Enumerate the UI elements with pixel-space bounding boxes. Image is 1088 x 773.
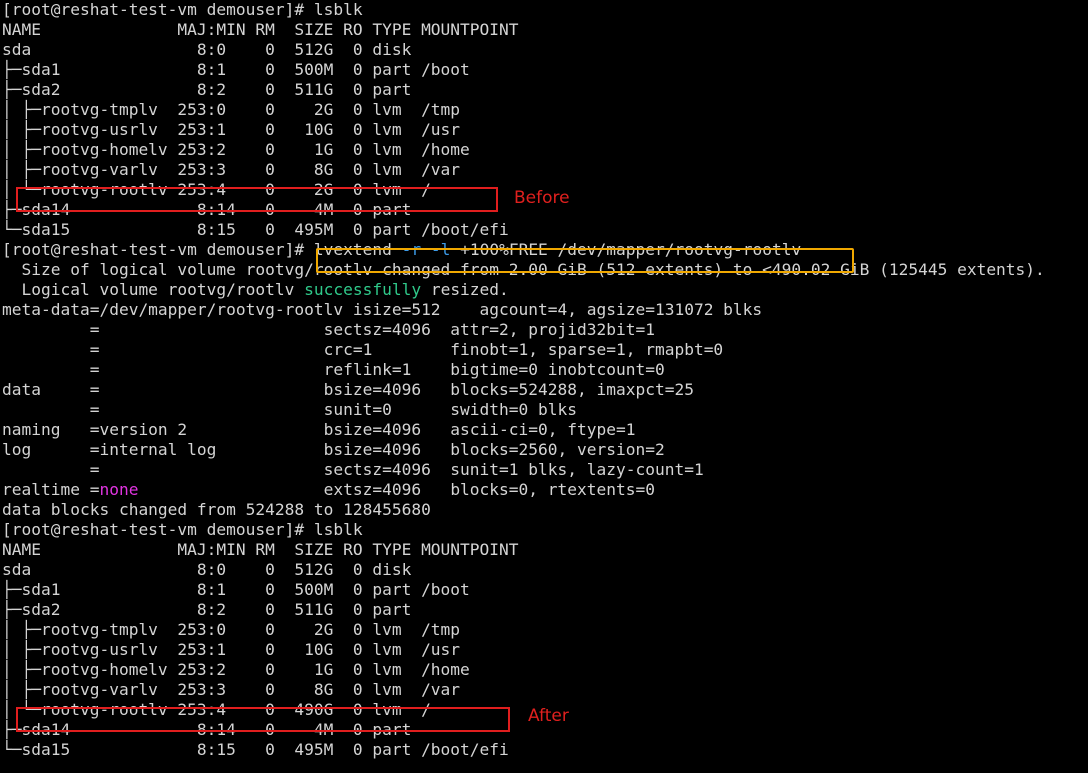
terminal-line: │ ├─rootvg-homelv 253:2 0 1G 0 lvm /home	[2, 140, 470, 159]
terminal-line: └─sda15 8:15 0 495M 0 part /boot/efi	[2, 740, 509, 759]
terminal-line: = sunit=0 swidth=0 blks	[2, 400, 577, 419]
terminal-line: sda 8:0 0 512G 0 disk	[2, 40, 412, 59]
lvextend-command-line: [root@reshat-test-vm demouser]# lvextend…	[2, 240, 1088, 260]
terminal-line: sda 8:0 0 512G 0 disk	[2, 560, 412, 579]
resize-result-line: Logical volume rootvg/rootlv successfull…	[2, 280, 1088, 300]
terminal-line: [root@reshat-test-vm demouser]# lsblk	[2, 520, 363, 539]
terminal-line: │ ├─rootvg-tmplv 253:0 0 2G 0 lvm /tmp	[2, 620, 461, 639]
terminal-line: naming =version 2 bsize=4096 ascii-ci=0,…	[2, 420, 636, 439]
command-args: +100%FREE /dev/mapper/rootvg-rootlv	[460, 240, 802, 259]
terminal-line: meta-data=/dev/mapper/rootvg-rootlv isiz…	[2, 300, 763, 319]
after-annotation: After	[528, 706, 569, 726]
realtime-line: realtime =none extsz=4096 blocks=0, rtex…	[2, 480, 1088, 500]
text-segment: resized.	[421, 280, 509, 299]
terminal-line: └─sda15 8:15 0 495M 0 part /boot/efi	[2, 220, 509, 239]
command-name: lvextend	[313, 240, 392, 259]
none-value: none	[99, 480, 139, 499]
terminal-line: data blocks changed from 524288 to 12845…	[2, 500, 431, 519]
shell-prompt: [root@reshat-test-vm demouser]#	[2, 240, 314, 259]
option-flag: -r	[401, 240, 422, 259]
terminal-line: ├─sda1 8:1 0 500M 0 part /boot	[2, 60, 470, 79]
before-annotation: Before	[514, 188, 570, 208]
terminal-output[interactable]: [root@reshat-test-vm demouser]# lsblk NA…	[2, 0, 1088, 773]
terminal-line: │ ├─rootvg-varlv 253:3 0 8G 0 lvm /var	[2, 160, 461, 179]
text-segment: realtime =	[2, 480, 100, 499]
terminal-line: log =internal log bsize=4096 blocks=2560…	[2, 440, 665, 459]
terminal-line: = sectsz=4096 sunit=1 blks, lazy-count=1	[2, 460, 704, 479]
terminal-line: = reflink=1 bigtime=0 inobtcount=0	[2, 360, 665, 379]
terminal-line: │ ├─rootvg-usrlv 253:1 0 10G 0 lvm /usr	[2, 120, 461, 139]
text-segment: Logical volume rootvg/rootlv	[2, 280, 305, 299]
text-segment: extsz=4096 blocks=0, rtextents=0	[138, 480, 655, 499]
terminal-line: Size of logical volume rootvg/rootlv cha…	[2, 260, 1045, 279]
terminal-line: │ ├─rootvg-tmplv 253:0 0 2G 0 lvm /tmp	[2, 100, 461, 119]
terminal-line: = sectsz=4096 attr=2, projid32bit=1	[2, 320, 655, 339]
terminal-line: ├─sda1 8:1 0 500M 0 part /boot	[2, 580, 470, 599]
terminal-line: NAME MAJ:MIN RM SIZE RO TYPE MOUNTPOINT	[2, 540, 519, 559]
terminal-line: ├─sda2 8:2 0 511G 0 part	[2, 600, 412, 619]
terminal-line: ├─sda2 8:2 0 511G 0 part	[2, 80, 412, 99]
terminal-line: NAME MAJ:MIN RM SIZE RO TYPE MOUNTPOINT	[2, 20, 519, 39]
terminal-line: │ ├─rootvg-homelv 253:2 0 1G 0 lvm /home	[2, 660, 470, 679]
terminal-line: = crc=1 finobt=1, sparse=1, rmapbt=0	[2, 340, 724, 359]
terminal-line: data = bsize=4096 blocks=524288, imaxpct…	[2, 380, 694, 399]
terminal-line: │ ├─rootvg-usrlv 253:1 0 10G 0 lvm /usr	[2, 640, 461, 659]
terminal-line: │ ├─rootvg-varlv 253:3 0 8G 0 lvm /var	[2, 680, 461, 699]
success-word: successfully	[304, 280, 422, 299]
option-flag: -l	[430, 240, 451, 259]
terminal-line: [root@reshat-test-vm demouser]# lsblk	[2, 0, 363, 19]
